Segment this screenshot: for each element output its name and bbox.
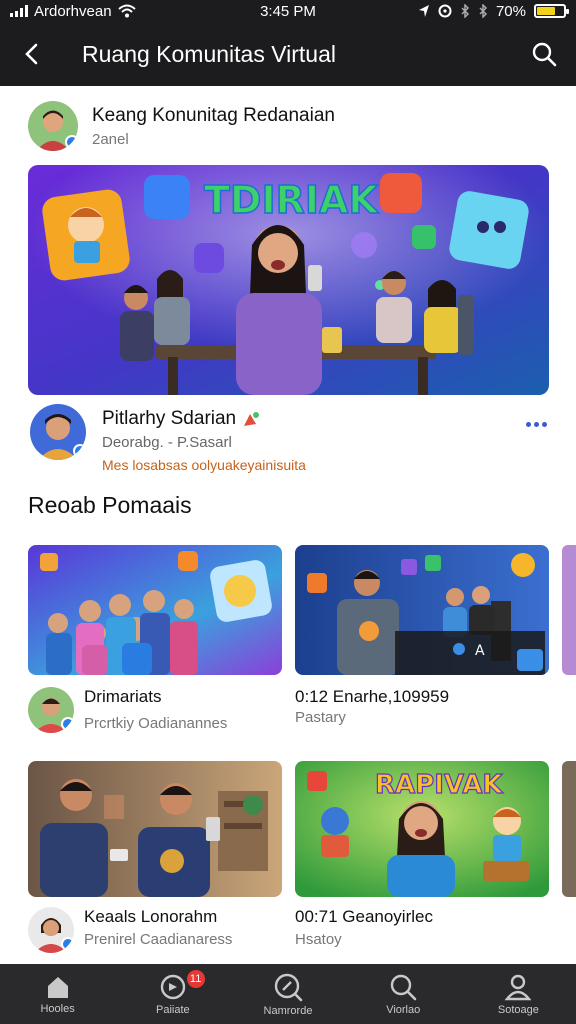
video-card[interactable]: A 0:12 Enarhe,109959 Pastary xyxy=(295,545,549,726)
nav-item-explore[interactable]: Namrorde xyxy=(230,964,345,1024)
bottom-navigation: Hooles 11 Paiiate Namrorde Viorlao Sotoa… xyxy=(0,964,576,1024)
nav-item-profile[interactable]: Sotoage xyxy=(461,964,576,1024)
app-bar: Ruang Komunitas Virtual xyxy=(0,22,576,86)
bluetooth-alt-icon xyxy=(479,4,488,18)
more-options-button[interactable] xyxy=(518,410,554,438)
card-avatar[interactable] xyxy=(28,907,74,953)
verified-badge-icon xyxy=(65,135,78,149)
battery-fill xyxy=(537,7,556,15)
alarm-icon xyxy=(438,4,452,18)
video-card[interactable]: RAPIVAK 00:71 Geanoyirlec Hsatoy xyxy=(295,761,549,948)
verified-badge-icon xyxy=(73,444,86,458)
post-avatar[interactable] xyxy=(30,404,86,460)
wifi-icon xyxy=(117,4,136,18)
next-card-peek[interactable] xyxy=(562,761,576,897)
section-title: Reoab Pomaais xyxy=(28,492,192,518)
nav-item-notifications[interactable]: 11 Paiiate xyxy=(115,964,230,1024)
nav-label: Paiiate xyxy=(155,1003,190,1016)
channel-header[interactable]: Keang Konunitag Redanaian 2anel xyxy=(28,98,556,154)
video-thumbnail[interactable] xyxy=(28,545,282,675)
battery-percent: 70% xyxy=(495,2,526,20)
channel-subtitle: 2anel xyxy=(92,130,129,148)
notification-badge: 11 xyxy=(186,970,205,988)
nav-label: Namrorde xyxy=(263,1004,313,1017)
signal-icon xyxy=(10,5,28,17)
post-tag[interactable]: Mes losabsas oolyuakeyainisuita xyxy=(102,457,518,473)
notifications-icon xyxy=(160,974,185,999)
card-title: 00:71 Geanoyirlec xyxy=(295,907,433,926)
hero-image[interactable]: TDIRIAK xyxy=(28,165,549,395)
card-subtitle: Prenirel Caadianaress xyxy=(84,931,233,948)
nav-label: Viorlao xyxy=(386,1003,421,1016)
hero-banner-text: TDIRIAK xyxy=(204,178,379,222)
video-thumbnail[interactable] xyxy=(28,761,282,897)
search-button[interactable] xyxy=(512,22,576,86)
status-bar: Ardorhvean 3:45 PM 70% xyxy=(0,0,576,22)
search-icon xyxy=(391,974,417,1000)
verified-badge-icon xyxy=(61,937,74,951)
card-avatar[interactable] xyxy=(28,687,74,733)
card-subtitle: Hsatoy xyxy=(295,931,342,948)
battery-icon xyxy=(534,4,569,18)
card-title: Keaals Lonorahm xyxy=(84,907,218,926)
card-title: 0:12 Enarhe,109959 xyxy=(295,687,450,706)
celebration-icon xyxy=(244,412,260,426)
video-card[interactable]: Keaals Lonorahm Prenirel Caadianaress xyxy=(28,761,282,953)
bluetooth-icon xyxy=(461,4,470,18)
nav-item-search[interactable]: Viorlao xyxy=(346,964,461,1024)
carrier-name: Ardorhvean xyxy=(34,2,112,20)
verified-badge-icon xyxy=(61,717,74,731)
nav-label: Hooles xyxy=(40,1002,75,1015)
page-title: Ruang Komunitas Virtual xyxy=(82,40,336,67)
channel-name: Keang Konunitag Redanaian xyxy=(92,104,335,126)
channel-avatar[interactable] xyxy=(28,101,78,151)
post-meta: Deorabg. - P.Sasarl xyxy=(102,434,232,451)
video-thumbnail[interactable]: RAPIVAK xyxy=(295,761,549,897)
card-subtitle: Pastary xyxy=(295,709,346,726)
svg-text:A: A xyxy=(475,643,485,659)
post-title: Pitlarhy Sdarian xyxy=(102,408,237,429)
more-horizontal-icon xyxy=(525,421,531,427)
profile-icon xyxy=(504,974,532,1000)
card-subtitle: Prcrtkiy Oadianannes xyxy=(84,715,228,732)
video-card[interactable]: Drimariats Prcrtkiy Oadianannes xyxy=(28,545,282,733)
back-arrow-icon xyxy=(25,43,38,65)
search-icon xyxy=(532,42,557,67)
location-icon xyxy=(418,5,429,17)
thumbnail-banner-text: RAPIVAK xyxy=(375,770,503,800)
explore-icon xyxy=(274,973,303,1001)
card-title: Drimariats xyxy=(84,687,162,706)
post-row[interactable]: Pitlarhy Sdarian Deorabg. - P.Sasarl Mes… xyxy=(30,404,554,476)
nav-label: Sotoage xyxy=(497,1003,539,1016)
back-button[interactable] xyxy=(0,22,64,86)
home-icon xyxy=(47,976,68,998)
video-thumbnail[interactable]: A xyxy=(295,545,549,675)
next-card-peek[interactable] xyxy=(562,545,576,675)
nav-item-home[interactable]: Hooles xyxy=(0,964,115,1024)
